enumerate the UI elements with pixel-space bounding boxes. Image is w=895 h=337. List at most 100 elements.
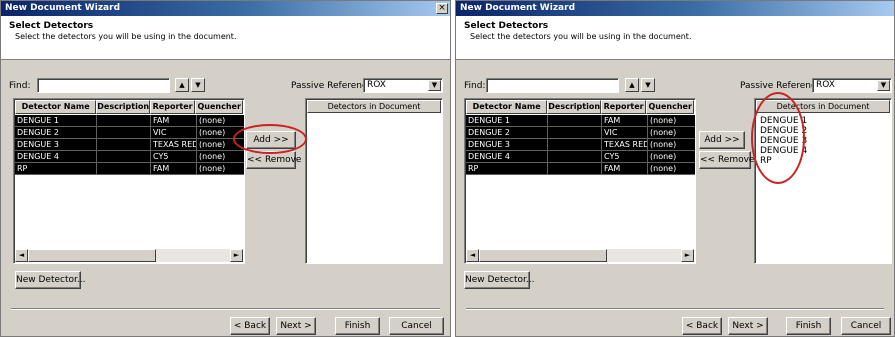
cell-description bbox=[97, 163, 151, 175]
cell-detector-name: DENGUE 1 bbox=[15, 115, 97, 127]
close-icon[interactable]: × bbox=[436, 3, 448, 14]
find-input[interactable] bbox=[37, 78, 170, 93]
passive-reference-select[interactable]: ROX ▼ bbox=[363, 78, 443, 93]
table-header: Detector Name Description Reporter Quenc… bbox=[15, 100, 243, 114]
find-input[interactable] bbox=[486, 78, 619, 93]
passive-reference-select[interactable]: ROX ▼ bbox=[812, 78, 892, 93]
cancel-button[interactable]: Cancel bbox=[841, 317, 891, 335]
column-header-reporter[interactable]: Reporter bbox=[149, 100, 196, 114]
cell-detector-name: RP bbox=[15, 163, 97, 175]
cell-reporter: TEXAS RED bbox=[602, 139, 648, 151]
scroll-left-icon[interactable]: ◄ bbox=[15, 249, 28, 262]
cell-quencher: (none) bbox=[197, 115, 244, 127]
table-row[interactable]: DENGUE 1 FAM (none) bbox=[15, 115, 244, 127]
passive-reference-value: ROX bbox=[367, 80, 386, 90]
new-detector-button[interactable]: New Detector... bbox=[15, 271, 85, 289]
cell-description bbox=[548, 163, 602, 175]
cell-description bbox=[97, 151, 151, 163]
cell-reporter: CY5 bbox=[151, 151, 197, 163]
cell-detector-name: RP bbox=[466, 163, 548, 175]
cell-quencher: (none) bbox=[648, 151, 695, 163]
horizontal-scrollbar[interactable]: ◄ ► bbox=[466, 249, 694, 262]
next-button[interactable]: Next > bbox=[728, 317, 768, 335]
cell-reporter: FAM bbox=[151, 115, 197, 127]
table-row[interactable]: DENGUE 1 FAM (none) bbox=[466, 115, 695, 127]
find-up-button[interactable]: ▲ bbox=[175, 78, 189, 92]
find-down-button[interactable]: ▼ bbox=[641, 78, 655, 92]
column-header-detector-name[interactable]: Detector Name bbox=[15, 100, 97, 114]
annotation-circle-document-list bbox=[751, 92, 805, 184]
remove-button[interactable]: << Remove bbox=[699, 151, 754, 169]
scrollbar-thumb[interactable] bbox=[479, 249, 607, 262]
title-bar: New Document Wizard bbox=[456, 1, 894, 16]
available-detectors-table: Detector Name Description Reporter Quenc… bbox=[464, 98, 696, 264]
cell-description bbox=[97, 139, 151, 151]
cell-detector-name: DENGUE 4 bbox=[466, 151, 548, 163]
table-row[interactable]: DENGUE 3 TEXAS RED (none) bbox=[466, 139, 695, 151]
table-row[interactable]: RP FAM (none) bbox=[15, 163, 244, 175]
find-down-button[interactable]: ▼ bbox=[191, 78, 205, 92]
cell-detector-name: DENGUE 2 bbox=[466, 127, 548, 139]
cell-reporter: CY5 bbox=[602, 151, 648, 163]
cell-detector-name: DENGUE 1 bbox=[466, 115, 548, 127]
wizard-header: Select Detectors Select the detectors yo… bbox=[456, 16, 894, 60]
cell-reporter: FAM bbox=[151, 163, 197, 175]
finish-button[interactable]: Finish bbox=[786, 317, 831, 335]
table-row[interactable]: DENGUE 3 TEXAS RED (none) bbox=[15, 139, 244, 151]
cell-quencher: (none) bbox=[648, 127, 695, 139]
cell-quencher: (none) bbox=[197, 163, 244, 175]
cell-reporter: VIC bbox=[151, 127, 197, 139]
scroll-left-icon[interactable]: ◄ bbox=[466, 249, 479, 262]
footer-divider bbox=[11, 308, 440, 310]
table-row[interactable]: DENGUE 2 VIC (none) bbox=[466, 127, 695, 139]
detectors-in-document-header: Detectors in Document bbox=[307, 100, 441, 113]
find-label: Find: bbox=[464, 81, 486, 91]
cell-description bbox=[548, 115, 602, 127]
cell-reporter: TEXAS RED bbox=[151, 139, 197, 151]
cell-detector-name: DENGUE 4 bbox=[15, 151, 97, 163]
cancel-button[interactable]: Cancel bbox=[389, 317, 444, 335]
new-detector-button[interactable]: New Detector... bbox=[464, 271, 534, 289]
scroll-right-icon[interactable]: ► bbox=[230, 249, 243, 262]
table-row[interactable]: RP FAM (none) bbox=[466, 163, 695, 175]
column-header-reporter[interactable]: Reporter bbox=[600, 100, 647, 114]
column-header-quencher[interactable]: Quencher bbox=[646, 100, 694, 114]
cell-description bbox=[97, 115, 151, 127]
column-header-quencher[interactable]: Quencher bbox=[195, 100, 243, 114]
table-row[interactable]: DENGUE 4 CY5 (none) bbox=[15, 151, 244, 163]
wizard-window-before: New Document Wizard × Select Detectors S… bbox=[0, 0, 451, 337]
cell-description bbox=[97, 127, 151, 139]
back-button[interactable]: < Back bbox=[682, 317, 722, 335]
horizontal-scrollbar[interactable]: ◄ ► bbox=[15, 249, 243, 262]
table-row[interactable]: DENGUE 4 CY5 (none) bbox=[466, 151, 695, 163]
add-button[interactable]: Add >> bbox=[699, 131, 745, 149]
find-up-button[interactable]: ▲ bbox=[625, 78, 639, 92]
title-bar: New Document Wizard bbox=[1, 1, 450, 16]
column-header-description[interactable]: Description bbox=[96, 100, 150, 114]
find-label: Find: bbox=[9, 81, 31, 91]
cell-reporter: FAM bbox=[602, 115, 648, 127]
cell-reporter: FAM bbox=[602, 163, 648, 175]
page-subtitle: Select the detectors you will be using i… bbox=[470, 32, 692, 41]
scrollbar-thumb[interactable] bbox=[28, 249, 156, 262]
footer-divider bbox=[466, 308, 884, 310]
table-row[interactable]: DENGUE 2 VIC (none) bbox=[15, 127, 244, 139]
cell-quencher: (none) bbox=[648, 139, 695, 151]
cell-detector-name: DENGUE 3 bbox=[466, 139, 548, 151]
detectors-in-document-list[interactable]: Detectors in Document bbox=[305, 98, 443, 264]
finish-button[interactable]: Finish bbox=[335, 317, 380, 335]
cell-description bbox=[548, 151, 602, 163]
cell-reporter: VIC bbox=[602, 127, 648, 139]
chevron-down-icon[interactable]: ▼ bbox=[428, 80, 441, 91]
column-header-detector-name[interactable]: Detector Name bbox=[466, 100, 548, 114]
window-title: New Document Wizard bbox=[5, 3, 121, 13]
window-title: New Document Wizard bbox=[460, 3, 576, 13]
chevron-down-icon[interactable]: ▼ bbox=[877, 80, 890, 91]
cell-description bbox=[548, 139, 602, 151]
next-button[interactable]: Next > bbox=[276, 317, 316, 335]
column-header-description[interactable]: Description bbox=[547, 100, 601, 114]
back-button[interactable]: < Back bbox=[230, 317, 270, 335]
scroll-right-icon[interactable]: ► bbox=[681, 249, 694, 262]
cell-quencher: (none) bbox=[648, 115, 695, 127]
available-detectors-table: Detector Name Description Reporter Quenc… bbox=[13, 98, 245, 264]
